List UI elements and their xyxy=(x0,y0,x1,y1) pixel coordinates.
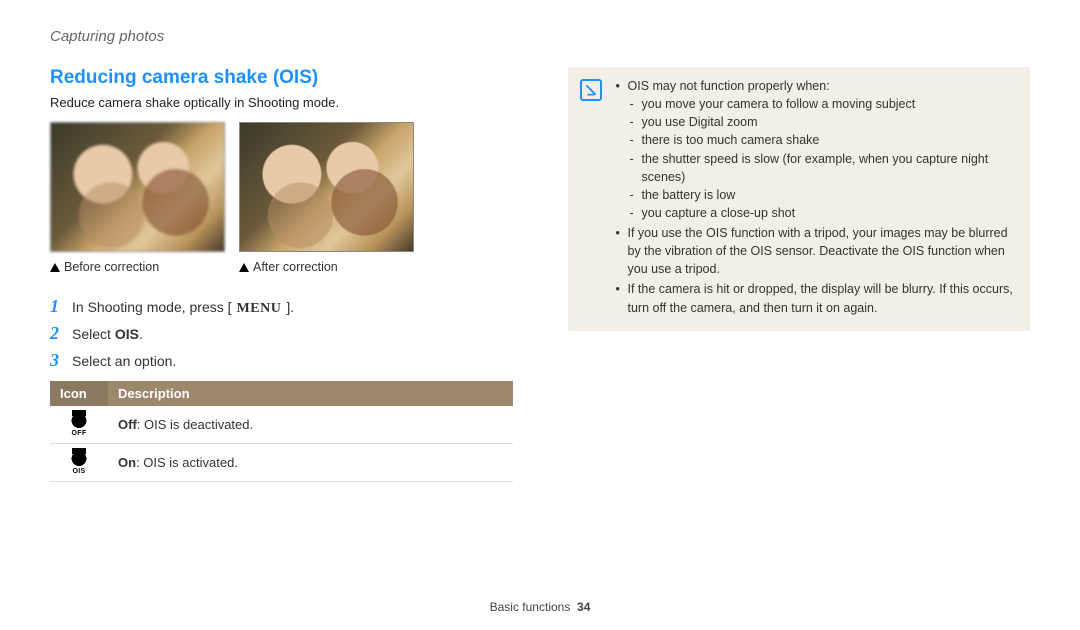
note-item: there is too much camera shake xyxy=(628,131,1017,149)
note-lead: OIS may not function properly when: you … xyxy=(616,77,1017,222)
photo-before-correction xyxy=(50,122,225,252)
table-row: Off: OIS is deactivated. xyxy=(50,406,513,444)
step-text: Select OIS. xyxy=(72,326,143,342)
footer-section: Basic functions xyxy=(490,600,571,614)
note-item: the shutter speed is slow (for example, … xyxy=(628,150,1017,186)
note-item: you move your camera to follow a moving … xyxy=(628,95,1017,113)
row-desc: Off: OIS is deactivated. xyxy=(108,406,513,444)
caption-before: Before correction xyxy=(50,260,225,274)
note-item: the battery is low xyxy=(628,186,1017,204)
th-description: Description xyxy=(108,381,513,406)
intro-text: Reduce camera shake optically in Shootin… xyxy=(50,95,513,110)
note-item: you capture a close-up shot xyxy=(628,204,1017,222)
table-row: On: OIS is activated. xyxy=(50,444,513,482)
ois-on-icon xyxy=(69,451,89,471)
th-icon: Icon xyxy=(50,381,108,406)
step-1: 1 In Shooting mode, press [MENU]. xyxy=(50,296,513,317)
comparison-photos xyxy=(50,122,513,252)
step-text: Select an option. xyxy=(72,353,176,369)
info-note: OIS may not function properly when: you … xyxy=(568,67,1031,331)
row-desc: On: OIS is activated. xyxy=(108,444,513,482)
triangle-icon xyxy=(50,263,60,272)
ois-off-icon xyxy=(69,413,89,433)
note-item: you use Digital zoom xyxy=(628,113,1017,131)
menu-icon: MENU xyxy=(232,301,287,317)
note-extra: If you use the OIS function with a tripo… xyxy=(616,224,1017,278)
footer-page-number: 34 xyxy=(577,600,590,614)
caption-after-label: After correction xyxy=(253,260,338,274)
step-number: 1 xyxy=(50,296,72,317)
steps-list: 1 In Shooting mode, press [MENU]. 2 Sele… xyxy=(50,296,513,371)
breadcrumb: Capturing photos xyxy=(50,28,1030,45)
step-number: 3 xyxy=(50,350,72,371)
note-extra: If the camera is hit or dropped, the dis… xyxy=(616,280,1017,316)
photo-after-correction xyxy=(239,122,414,252)
step-number: 2 xyxy=(50,323,72,344)
caption-after: After correction xyxy=(239,260,414,274)
options-table: Icon Description Off: OIS is deactivated… xyxy=(50,381,513,482)
note-icon xyxy=(580,79,602,101)
step-3: 3 Select an option. xyxy=(50,350,513,371)
page-title: Reducing camera shake (OIS) xyxy=(50,67,513,89)
page-footer: Basic functions 34 xyxy=(0,600,1080,614)
step-2: 2 Select OIS. xyxy=(50,323,513,344)
caption-before-label: Before correction xyxy=(64,260,159,274)
step-text: In Shooting mode, press [MENU]. xyxy=(72,299,294,317)
triangle-icon xyxy=(239,263,249,272)
